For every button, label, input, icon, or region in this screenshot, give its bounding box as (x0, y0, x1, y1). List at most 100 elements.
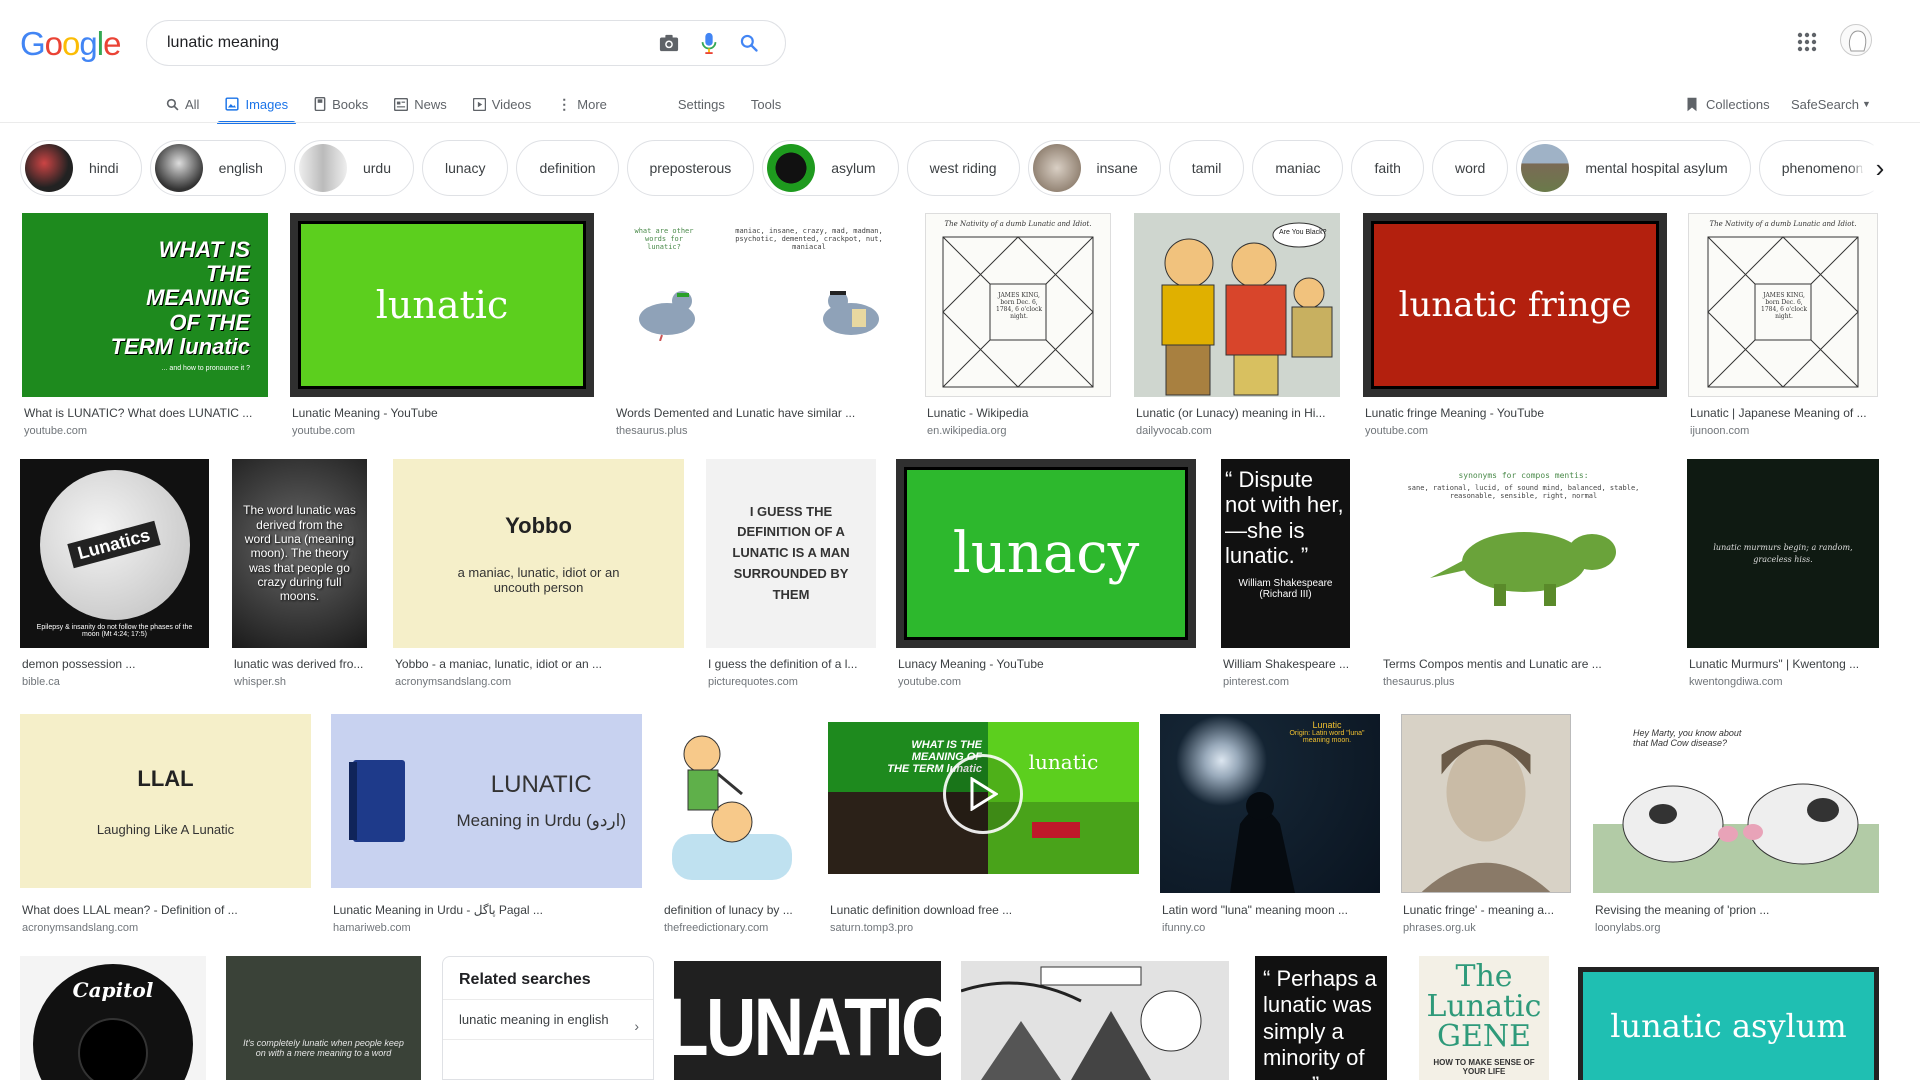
result-title: Revising the meaning of 'prion ... (1595, 903, 1770, 917)
chip-label: preposterous (649, 160, 732, 176)
record-label-text: Capitol (72, 978, 154, 1002)
result-thumbnail (1401, 714, 1571, 893)
chip-label: phenomenon (1781, 160, 1864, 176)
search-input[interactable]: lunatic meaning (167, 34, 649, 52)
result-source: whisper.sh (234, 676, 286, 688)
logo-letter: o (62, 25, 80, 62)
tab-more[interactable]: ⋮ More (557, 86, 607, 122)
thumbnail-text: lunatic fringe (1398, 285, 1632, 325)
chip-faith[interactable]: faith (1351, 140, 1424, 196)
result-source: acronymsandslang.com (22, 922, 139, 934)
thumbnail-text: LUNATIC (490, 771, 592, 798)
tab-news[interactable]: News (394, 86, 447, 122)
related-searches-panel: Related searches lunatic meaning in engl… (442, 956, 654, 1080)
tab-label: Videos (491, 96, 532, 112)
dropdown-arrow-icon: ▼ (1861, 99, 1871, 109)
chip-definition[interactable]: definition (516, 140, 619, 196)
chip-label: word (1454, 160, 1486, 176)
result-thumbnail: The word lunatic was derived from the wo… (232, 459, 367, 648)
thumbnail-text: WHAT IS THE MEANING OF THE TERM lunatic (110, 237, 250, 359)
chip-thumbnail (25, 144, 73, 192)
result-title: Lunatic definition download free ... (830, 903, 1013, 917)
chip-label: maniac (1275, 160, 1321, 176)
related-search-item[interactable]: lunatic meaning in english › (443, 999, 653, 1039)
thumbnail-text: The Lunatic GENE (1426, 959, 1542, 1054)
result-thumbnail: what are other words for lunatic? maniac… (614, 213, 904, 397)
chip-label: mental hospital asylum (1585, 160, 1728, 176)
play-icon[interactable] (943, 754, 1023, 834)
chip-word[interactable]: word (1431, 140, 1509, 196)
camera-icon[interactable] (649, 23, 689, 63)
thumbnail-text: what are other words for lunatic? (634, 227, 694, 251)
google-logo[interactable]: Google (20, 25, 121, 63)
book-icon (314, 97, 326, 111)
chip-preposterous[interactable]: preposterous (626, 140, 755, 196)
related-search-item[interactable] (443, 1039, 653, 1064)
result-thumbnail: Hey Marty, you know about that Mad Cow d… (1593, 714, 1879, 893)
related-searches-heading: Related searches (459, 971, 591, 988)
result-thumbnail: LUNATIC (674, 961, 941, 1080)
avatar[interactable] (1840, 24, 1872, 56)
chip-english[interactable]: english (149, 140, 286, 196)
thumbnail-subtext: Meaning in Urdu (اردو) (456, 811, 626, 830)
result-thumbnail: I GUESS THE DEFINITION OF A LUNATIC IS A… (706, 459, 876, 648)
chip-maniac[interactable]: maniac (1252, 140, 1344, 196)
result-title: William Shakespeare ... (1223, 657, 1350, 671)
result-thumbnail: The Nativity of a dumb Lunatic and Idiot… (1688, 213, 1878, 397)
thumbnail-text: lunatic asylum (1610, 1007, 1847, 1045)
result-source: kwentongdiwa.com (1689, 676, 1783, 688)
logo-letter: g (79, 25, 97, 62)
chip-label: faith (1374, 160, 1401, 176)
thumbnail-text: lunatic murmurs begin; a random, gracele… (1713, 542, 1853, 564)
dinosaur-illustration (1429, 532, 1616, 606)
search-box[interactable]: lunatic meaning (146, 20, 786, 66)
silhouette-illustration (1230, 792, 1295, 893)
result-source: thesaurus.plus (1383, 676, 1455, 688)
thumbnail-text: The word lunatic was derived from the wo… (243, 503, 356, 604)
thumbnail-text: lunacy (952, 521, 1140, 586)
safesearch-menu[interactable]: SafeSearch ▼ (1791, 86, 1871, 122)
thumbnail-text: LLAL (137, 765, 194, 791)
chip-mental-hospital-asylum[interactable]: mental hospital asylum (1516, 140, 1751, 196)
chip-asylum[interactable]: asylum (762, 140, 899, 196)
chip-lunacy[interactable]: lunacy (422, 140, 509, 196)
result-thumbnail: lunatic murmurs begin; a random, gracele… (1687, 459, 1879, 648)
result-thumbnail: Yobbo a maniac, lunatic, idiot or an unc… (393, 459, 684, 648)
thumbnail-subtext: HOW TO MAKE SENSE OF YOUR LIFE (1433, 1058, 1535, 1076)
result-source: bible.ca (22, 676, 60, 688)
apps-grid-icon[interactable] (1795, 30, 1819, 54)
tab-tools[interactable]: Tools (751, 86, 781, 122)
chip-urdu[interactable]: urdu (293, 140, 414, 196)
tab-all[interactable]: All (166, 86, 199, 122)
thumbnail-text: The Nativity of a dumb Lunatic and Idiot… (1709, 220, 1857, 228)
speech-bubble-text: Hey Marty, you know about that Mad Cow d… (1633, 728, 1742, 748)
result-title: Latin word "luna" meaning moon ... (1162, 903, 1348, 917)
search-icon[interactable] (729, 23, 769, 63)
result-thumbnail: The Nativity of a dumb Lunatic and Idiot… (925, 213, 1111, 397)
result-source: acronymsandslang.com (395, 676, 512, 688)
pigeon-illustration (639, 291, 695, 341)
result-thumbnail: Lunatic Origin: Latin word "luna" meanin… (1160, 714, 1380, 893)
result-source: picturequotes.com (708, 676, 798, 688)
thumbnail-subtext: JAMES KING, born Dec. 6, 1784, 6 o'clock… (996, 292, 1042, 320)
tab-videos[interactable]: Videos (472, 86, 532, 122)
thumbnail-text: synonyms for compos mentis: (1458, 471, 1589, 480)
chip-label: west riding (929, 160, 997, 176)
chip-west-riding[interactable]: west riding (906, 140, 1020, 196)
thumbnail-text: “ Perhaps a lunatic was simply a minorit… (1263, 966, 1377, 1080)
logo-letter: o (44, 25, 63, 62)
result-thumbnail: WHAT IS THE MEANING OF THE TERM lunatic … (828, 714, 1139, 883)
tab-books[interactable]: Books (314, 86, 368, 122)
chip-label: insane (1096, 160, 1138, 176)
chip-tamil[interactable]: tamil (1168, 140, 1245, 196)
chip-insane[interactable]: insane (1027, 140, 1161, 196)
tab-settings[interactable]: Settings (678, 86, 725, 122)
result-title: Lunacy Meaning - YouTube (898, 657, 1044, 671)
chip-label: hindi (89, 160, 119, 176)
tab-images[interactable]: Images (217, 86, 296, 124)
result-source: pinterest.com (1223, 676, 1290, 688)
microphone-icon[interactable] (689, 23, 729, 63)
result-source: youtube.com (898, 676, 961, 688)
chip-hindi[interactable]: hindi (20, 140, 142, 196)
collections-link[interactable]: Collections (1686, 86, 1770, 122)
